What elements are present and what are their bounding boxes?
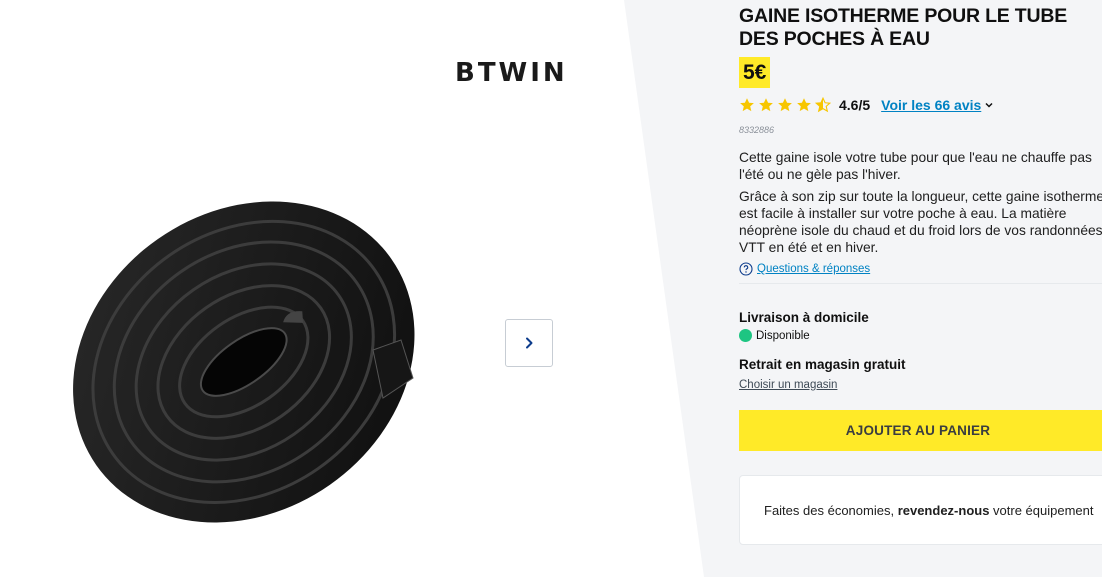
divider (739, 283, 1102, 284)
star-full-icon (797, 98, 811, 112)
add-to-cart-button[interactable]: AJOUTER AU PANIER (739, 410, 1102, 451)
star-rating (739, 97, 831, 113)
questions-answers-label[interactable]: Questions & réponses (757, 263, 870, 275)
chevron-right-icon (526, 337, 533, 349)
home-delivery-title: Livraison à domicile (739, 310, 869, 325)
description-paragraph: Cette gaine isole votre tube pour que l'… (739, 150, 1092, 182)
availability-status: Disponible (739, 329, 810, 342)
reviews-link[interactable]: Voir les 66 avis (881, 97, 981, 113)
price-tag: 5€ (739, 57, 771, 88)
resale-text: Faites des économies, revendez-nous votr… (764, 502, 1094, 518)
resale-banner[interactable]: Faites des économies, revendez-nous votr… (739, 475, 1102, 545)
product-info-panel: GAINE ISOTHERME POUR LE TUBE DES POCHES … (739, 0, 1102, 577)
questions-answers-link[interactable]: Questions & réponses (739, 262, 870, 276)
star-full-icon (759, 98, 773, 112)
product-description: Cette gaine isole votre tube pour que l'… (739, 149, 1102, 261)
star-full-icon (740, 98, 754, 112)
rating-value: 4.6/5 (839, 97, 871, 113)
choose-store-link[interactable]: Choisir un magasin (739, 379, 837, 391)
status-dot-icon (739, 329, 752, 342)
star-half-icon (815, 97, 831, 113)
product-title: GAINE ISOTHERME POUR LE TUBE DES POCHES … (739, 5, 1068, 50)
question-circle-icon (739, 262, 753, 276)
rating-row: 4.6/5 Voir les 66 avis (739, 95, 1102, 115)
availability-label: Disponible (756, 329, 810, 342)
brand-logo: BTWIN (455, 58, 568, 88)
product-image (73, 201, 415, 523)
store-pickup-title: Retrait en magasin gratuit (739, 357, 906, 372)
next-image-button[interactable] (505, 319, 553, 367)
product-reference: 8332886 (739, 125, 775, 135)
star-full-icon (778, 98, 792, 112)
chevron-down-icon[interactable] (984, 100, 994, 110)
description-paragraph: Grâce à son zip sur toute la longueur, c… (739, 189, 1102, 255)
